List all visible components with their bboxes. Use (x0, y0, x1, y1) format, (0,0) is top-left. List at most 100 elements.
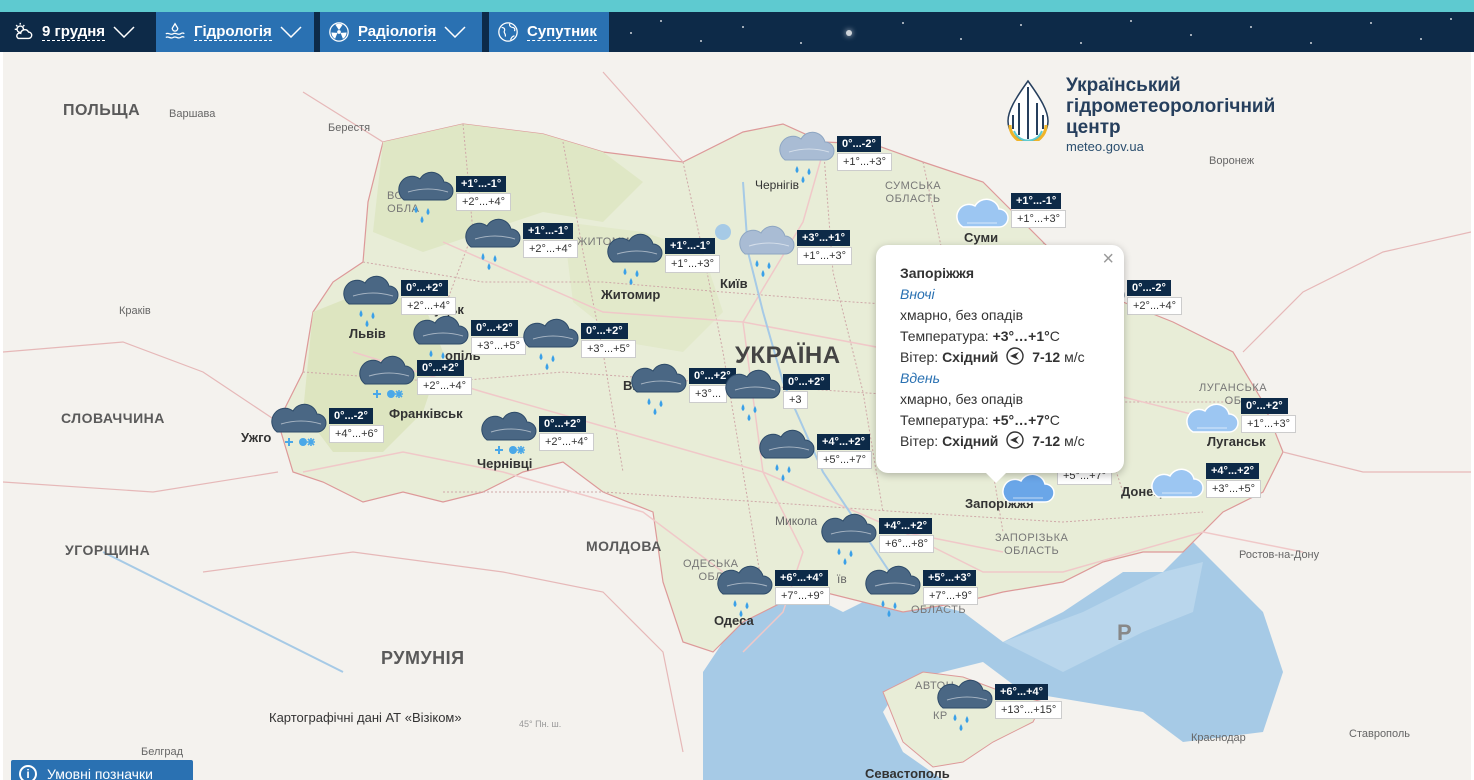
night-temp-label: 0°...+2° (401, 280, 448, 296)
popup-day-title: Вдень (900, 370, 940, 386)
temp-tag: +1°...-1° +1°...+3° (1011, 191, 1067, 228)
popup-day-desc: хмарно, без опадів (900, 391, 1024, 407)
country-label-russia: Р (1117, 620, 1133, 645)
day-temp-label: +7°...+9° (775, 587, 831, 605)
rain-cloud-icon (465, 217, 525, 282)
temp-tag: +4°...+2° +3°...+5° (1206, 461, 1262, 498)
day-temp-label: +2°...+4° (539, 433, 595, 451)
temp-tag: 0°...+2° +2°...+4° (539, 414, 595, 451)
day-temp-label: +2°...+4° (401, 297, 457, 315)
wind-unit: м/с (1064, 433, 1085, 449)
temp-unit: С (1049, 412, 1060, 428)
forecast-marker[interactable]: +3°...+1° +1°...+3° (739, 224, 869, 284)
drop-logo-icon (1007, 79, 1049, 141)
day-temp-label: +1°...+3° (1241, 415, 1297, 433)
info-icon: i (19, 765, 37, 780)
day-temp-label: +2°...+4° (417, 377, 473, 395)
logo-line-3: центр (1066, 117, 1121, 138)
country-label-poland: ПОЛЬЩА (63, 102, 141, 119)
temp-tag: +1°...-1° +2°...+4° (523, 221, 579, 258)
logo-line-2: гідрометеорологічний (1066, 96, 1276, 117)
country-label-hungary: УГОРЩИНА (65, 542, 151, 558)
ugmc-logo[interactable]: Український гідрометеорологічний центр m… (1003, 75, 1303, 155)
forecast-marker[interactable]: +1°...-1° +1°...+3° (953, 187, 1083, 247)
temp-tag: +3°...+1° +1°...+3° (797, 228, 853, 265)
day-temp-label: +2°...+4° (456, 193, 512, 211)
popup-close-button[interactable]: × (1102, 249, 1114, 270)
weather-map[interactable]: ПОЛЬЩА СЛОВАЧЧИНА УГОРЩИНА МОЛДОВА РУМУН… (3, 52, 1471, 780)
forecast-marker[interactable]: +4°...+2° +5°...+7° (759, 428, 889, 488)
city-uzhhorod: Ужго (241, 430, 272, 445)
forecast-marker[interactable]: 0°...+2° +3 (725, 368, 855, 428)
hydrology-menu[interactable]: Гідрологія (156, 12, 314, 52)
temp-tag: +4°...+2° +5°...+7° (817, 432, 873, 469)
temp-tag: 0°...+2° +2°...+4° (401, 278, 457, 315)
forecast-marker[interactable]: 0°...+2° +1°...+3° (1183, 392, 1313, 452)
radiology-menu[interactable]: Радіологія (320, 12, 482, 52)
wind-label: Вітер: (900, 433, 939, 449)
temp-tag: +6°...+4° +13°...+15° (995, 682, 1063, 719)
logo-line-1: Український (1066, 75, 1181, 96)
city-voronezh: Воронеж (1209, 155, 1255, 167)
temp-tag: +1°...-1° +2°...+4° (456, 174, 512, 211)
night-temp-label: 0°...+2° (783, 374, 830, 390)
city-rostov: Ростов-на-Дону (1239, 549, 1320, 561)
rain-cloud-icon (937, 678, 997, 743)
forecast-marker[interactable]: 0°...-2° +1°...+3° (779, 130, 909, 190)
temp-label: Температура: (900, 412, 989, 428)
day-temp-label: +1°...+3° (837, 153, 893, 171)
day-temp-label: +1°...+3° (1011, 210, 1067, 228)
forecast-marker[interactable]: +1°...-1° +2°...+4° (465, 217, 595, 277)
city-brest: Берестя (328, 122, 371, 134)
night-temp-label: 0°...+2° (581, 323, 628, 339)
wind-label: Вітер: (900, 349, 939, 365)
city-belgrade: Белград (141, 746, 184, 758)
rain-cloud-icon (343, 274, 403, 339)
day-temp-label: +3 (783, 391, 808, 409)
day-wind-dir: Східний (942, 433, 999, 449)
day-temp-label: +5°...+7° (817, 451, 873, 469)
date-selector[interactable]: 9 грудня (4, 12, 150, 52)
popup-night-desc: хмарно, без опадів (900, 307, 1024, 323)
waves-icon (165, 22, 185, 39)
forecast-marker[interactable]: 0°...-2° +4°...+6° (271, 402, 401, 462)
forecast-marker[interactable]: +4°...+2° +3°...+5° (1148, 457, 1278, 517)
temp-tag: +1°...-1° +1°...+3° (665, 236, 721, 273)
night-temp-label: +1°...-1° (523, 223, 574, 239)
day-temp-label: +1°...+3° (797, 247, 853, 265)
forecast-marker[interactable]: +1°...-1° +1°...+3° (607, 232, 737, 292)
temp-tag: 0°...+2° +3°...+5° (471, 318, 527, 355)
day-temp-label: +2°...+4° (1127, 297, 1183, 315)
day-temp-label: +3°...+5° (471, 337, 527, 355)
night-temp-label: +1°...-1° (456, 176, 507, 192)
forecast-marker[interactable]: 0°...+2° +2°...+4° (481, 410, 611, 470)
top-accent-strip (0, 0, 1474, 12)
cloud-icon (1183, 392, 1243, 457)
rain-cloud-icon (725, 368, 785, 433)
map-attribution: Картографічні дані АТ «Візіком» (269, 710, 462, 725)
rain-cloud-icon (779, 130, 839, 195)
forecast-marker[interactable]: +4°...+2° +6°...+8° (821, 512, 951, 572)
date-label: 9 грудня (42, 22, 106, 41)
rain-snow-cloud-icon (481, 410, 541, 475)
wind-arrow-icon (1006, 347, 1024, 365)
day-temp-label: +13°...+15° (995, 701, 1063, 719)
legend-label: Умовні позначки (47, 766, 153, 780)
legend-button[interactable]: i Умовні позначки (11, 760, 193, 780)
top-navbar: 9 грудня Гідрологія Радіологія Супутник (0, 12, 1474, 52)
temp-label: Температура: (900, 328, 989, 344)
night-temp-label: 0°...-2° (329, 408, 373, 424)
partly-cloudy-icon (14, 22, 33, 40)
forecast-marker[interactable]: +6°...+4° +7°...+9° (717, 564, 847, 624)
day-temp-label: +3°... (689, 385, 728, 403)
wind-unit: м/с (1064, 349, 1085, 365)
rain-cloud-icon (398, 170, 458, 235)
rain-cloud-icon (739, 224, 799, 289)
popup-pointer (986, 473, 1006, 483)
satellite-button[interactable]: Супутник (489, 12, 609, 52)
forecast-marker[interactable]: +6°...+4° +13°...+15° (937, 678, 1067, 738)
day-temp-label: +3°...+5° (1206, 480, 1262, 498)
forecast-marker[interactable]: +5°...+3° +7°...+9° (865, 564, 995, 624)
night-temp-label: 0°...+2° (417, 360, 464, 376)
temp-tag: +4°...+2° +6°...+8° (879, 516, 935, 553)
